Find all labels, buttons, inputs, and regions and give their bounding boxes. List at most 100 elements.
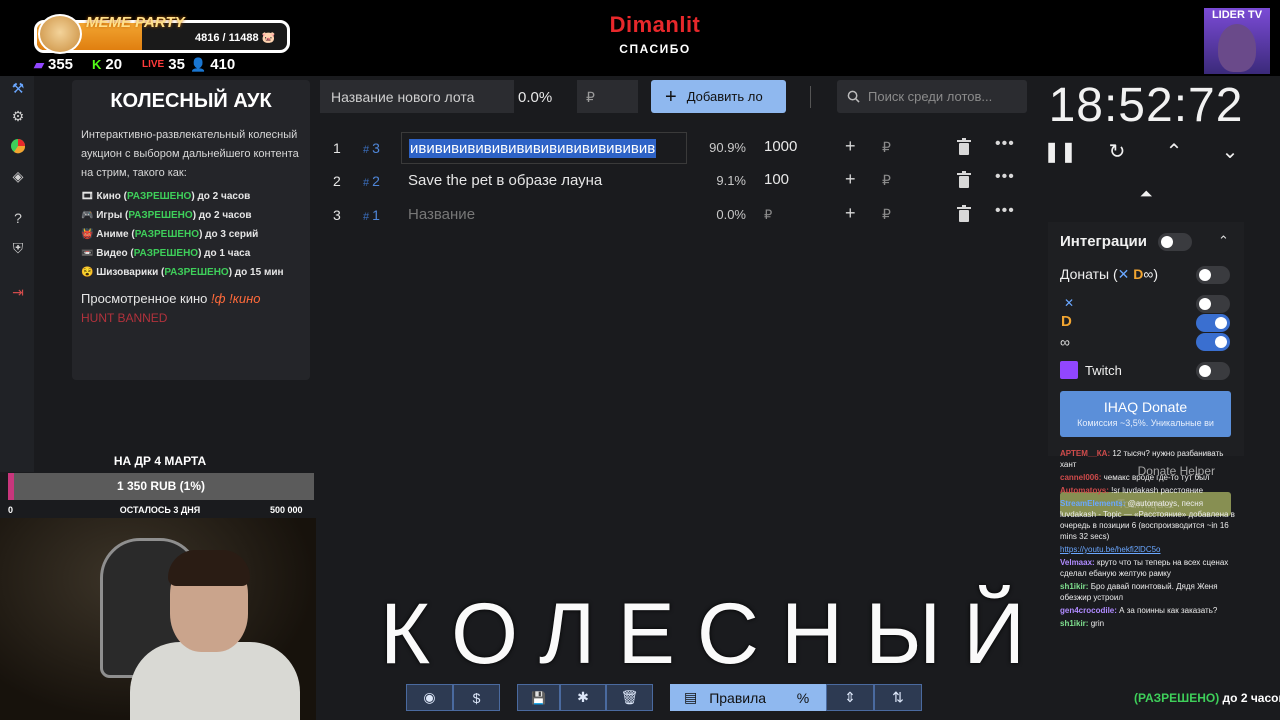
new-lot-name-input[interactable]	[320, 80, 514, 113]
lot-name-input[interactable]: Save the pet в образе лауна	[401, 165, 687, 197]
sidebar: ⚒ ⚙ ◈ ? ⛨ ⇥	[0, 76, 34, 472]
webcam-body	[130, 642, 300, 720]
chevron-up-icon[interactable]: ⌃	[1218, 233, 1229, 249]
github-icon[interactable]: ◉	[406, 684, 453, 711]
stat-kick: K 20	[92, 56, 123, 73]
ihaq-subtitle: Комиссия ~3,5%. Уникальные ви	[1077, 418, 1214, 428]
more-options-icon[interactable]: •••	[995, 135, 1015, 153]
kick-icon: K	[92, 57, 102, 72]
lot-id: #2	[363, 173, 380, 189]
rule-item: 👹 Аниме (РАЗРЕШЕНО) до 3 серий	[81, 229, 259, 240]
trash-icon[interactable]	[956, 138, 972, 156]
new-lot-amount-input[interactable]	[577, 80, 638, 113]
add-amount-button[interactable]: +	[845, 203, 856, 224]
chat-message: sh1ikir: Бро давай поинтовый. Дядя Женя …	[1060, 582, 1218, 602]
donations-label: Донаты (✕ D∞)	[1060, 266, 1159, 282]
chevron-up-icon[interactable]: ⌃	[1161, 138, 1187, 164]
ihaq-donate-button[interactable]: IHAQ Donate Комиссия ~3,5%. Уникальные в…	[1060, 391, 1231, 437]
avatar-face	[1218, 24, 1256, 72]
twitch-toggle[interactable]	[1196, 362, 1230, 380]
layers-icon[interactable]: ◈	[8, 166, 28, 186]
save-icon[interactable]: 💾	[517, 684, 560, 711]
trash-icon[interactable]	[956, 171, 972, 189]
shield-icon[interactable]: ⛨	[8, 238, 28, 258]
channel-badge: LIDER TV	[1211, 9, 1263, 21]
x-icon: ✕	[1117, 266, 1130, 282]
logout-icon[interactable]: ⇥	[8, 282, 28, 302]
lot-amount-input[interactable]: 100	[764, 171, 789, 188]
lot-percent: 9.1%	[716, 173, 746, 188]
lot-row: 1 #3 ививививививививививививививив 90.9…	[320, 132, 1030, 164]
bug-icon[interactable]: ✱	[560, 684, 606, 711]
goal-amount: 1 350 RUB (1%)	[116, 479, 206, 493]
donationalerts-icon: D	[1133, 266, 1144, 282]
add-lot-button[interactable]: + Добавить ло	[651, 80, 786, 113]
percent-icon[interactable]: %	[780, 684, 826, 711]
lot-amount-input[interactable]: ₽	[764, 207, 772, 223]
extra-amount-input[interactable]: ₽	[882, 172, 891, 189]
trash-icon[interactable]	[956, 205, 972, 223]
rules-button[interactable]: ▤ Правила	[670, 684, 780, 711]
donationalerts-toggle[interactable]	[1196, 314, 1230, 332]
dollar-icon[interactable]: $	[453, 684, 500, 711]
lot-position: 3	[333, 207, 341, 223]
lot-name-input[interactable]: Название	[401, 199, 687, 231]
meme-party-count: 4816 / 11488 🐷	[195, 32, 276, 44]
donations-toggle[interactable]	[1196, 266, 1230, 284]
goal-title: НА ДР 4 МАРТА	[113, 454, 207, 468]
more-options-icon[interactable]: •••	[995, 202, 1015, 220]
goal-max: 500 000	[270, 505, 303, 515]
integrations-toggle[interactable]	[1158, 233, 1192, 251]
watched-movies: Просмотренное кино !ф !кино	[81, 291, 261, 306]
donor-thanks: СПАСИБО	[619, 42, 691, 56]
more-options-icon[interactable]: •••	[995, 168, 1015, 186]
chat-message: gen4crocodile: А за поинны как заказать?	[1060, 606, 1218, 615]
big-caption: КОЛЕСНЫЙ	[380, 586, 1048, 682]
donor-name: Dimanlit	[609, 12, 701, 37]
lot-id: #1	[363, 207, 380, 223]
gear-icon[interactable]: ⚙	[8, 106, 28, 126]
split-icon[interactable]: ⇕	[826, 684, 874, 711]
rule-item: 🎮 Игры (РАЗРЕШЕНО) до 2 часов	[81, 210, 252, 221]
chat-link[interactable]: https://youtu.be/hekfi2lDC5o	[1060, 544, 1240, 555]
rule-item: 🎞 Кино (РАЗРЕШЕНО) до 2 часов	[81, 191, 251, 202]
chat-message: Automatoys: !sr luvdakash расстояние	[1060, 486, 1204, 495]
chain-icon: ∞	[1143, 266, 1154, 282]
x-toggle[interactable]	[1196, 295, 1230, 313]
extra-amount-input[interactable]: ₽	[882, 139, 891, 156]
new-lot-percent: 0.0%	[518, 89, 553, 106]
ihaq-title: IHAQ Donate	[1103, 399, 1188, 415]
lot-name-input[interactable]: ививививививививививививививив	[401, 132, 687, 164]
lot-percent: 90.9%	[709, 140, 746, 155]
chevron-down-icon[interactable]: ⌄	[1217, 138, 1243, 164]
help-icon[interactable]: ?	[8, 208, 28, 228]
collapse-panel-icon[interactable]: ⏶	[1134, 186, 1158, 210]
banned-note: HUNT BANNED	[81, 311, 168, 325]
lot-search-input[interactable]: Поиск среди лотов...	[837, 80, 1027, 113]
pause-icon[interactable]: ❚❚	[1043, 138, 1077, 164]
reset-icon[interactable]: ↻	[1104, 138, 1130, 164]
integrations-title: Интеграции	[1060, 233, 1147, 250]
auction-hammer-icon[interactable]: ⚒	[8, 78, 28, 98]
twitch-label: Twitch	[1085, 363, 1122, 378]
trash-all-icon[interactable]: 🗑	[606, 684, 653, 711]
sort-icon[interactable]: ⇅	[874, 684, 922, 711]
wheel-icon[interactable]	[8, 136, 28, 156]
chat-message: StreamElements: @automatoys, песня luvda…	[1060, 499, 1235, 541]
rule-item: 😵 Шизоварики (РАЗРЕШЕНО) до 15 мин	[81, 267, 284, 278]
rules-ticker: (РАЗРЕШЕНО) до 2 часов	[1134, 691, 1280, 705]
chain-toggle[interactable]	[1196, 333, 1230, 351]
goal-min: 0	[8, 505, 14, 515]
auction-timer: 18:52:72	[1048, 79, 1244, 132]
add-amount-button[interactable]: +	[845, 169, 856, 190]
add-amount-button[interactable]: +	[845, 136, 856, 157]
extra-amount-input[interactable]: ₽	[882, 206, 891, 223]
stat-channel-points: ▰ 355	[34, 56, 74, 73]
stat-viewers: 👤 410	[190, 56, 236, 73]
doge-icon	[38, 14, 82, 54]
lot-amount-input[interactable]: 1000	[764, 138, 797, 155]
chain-icon: ∞	[1060, 334, 1070, 350]
card-title: КОЛЕСНЫЙ АУК	[110, 90, 272, 112]
lot-id: #3	[363, 140, 380, 156]
plus-icon: +	[665, 85, 677, 108]
